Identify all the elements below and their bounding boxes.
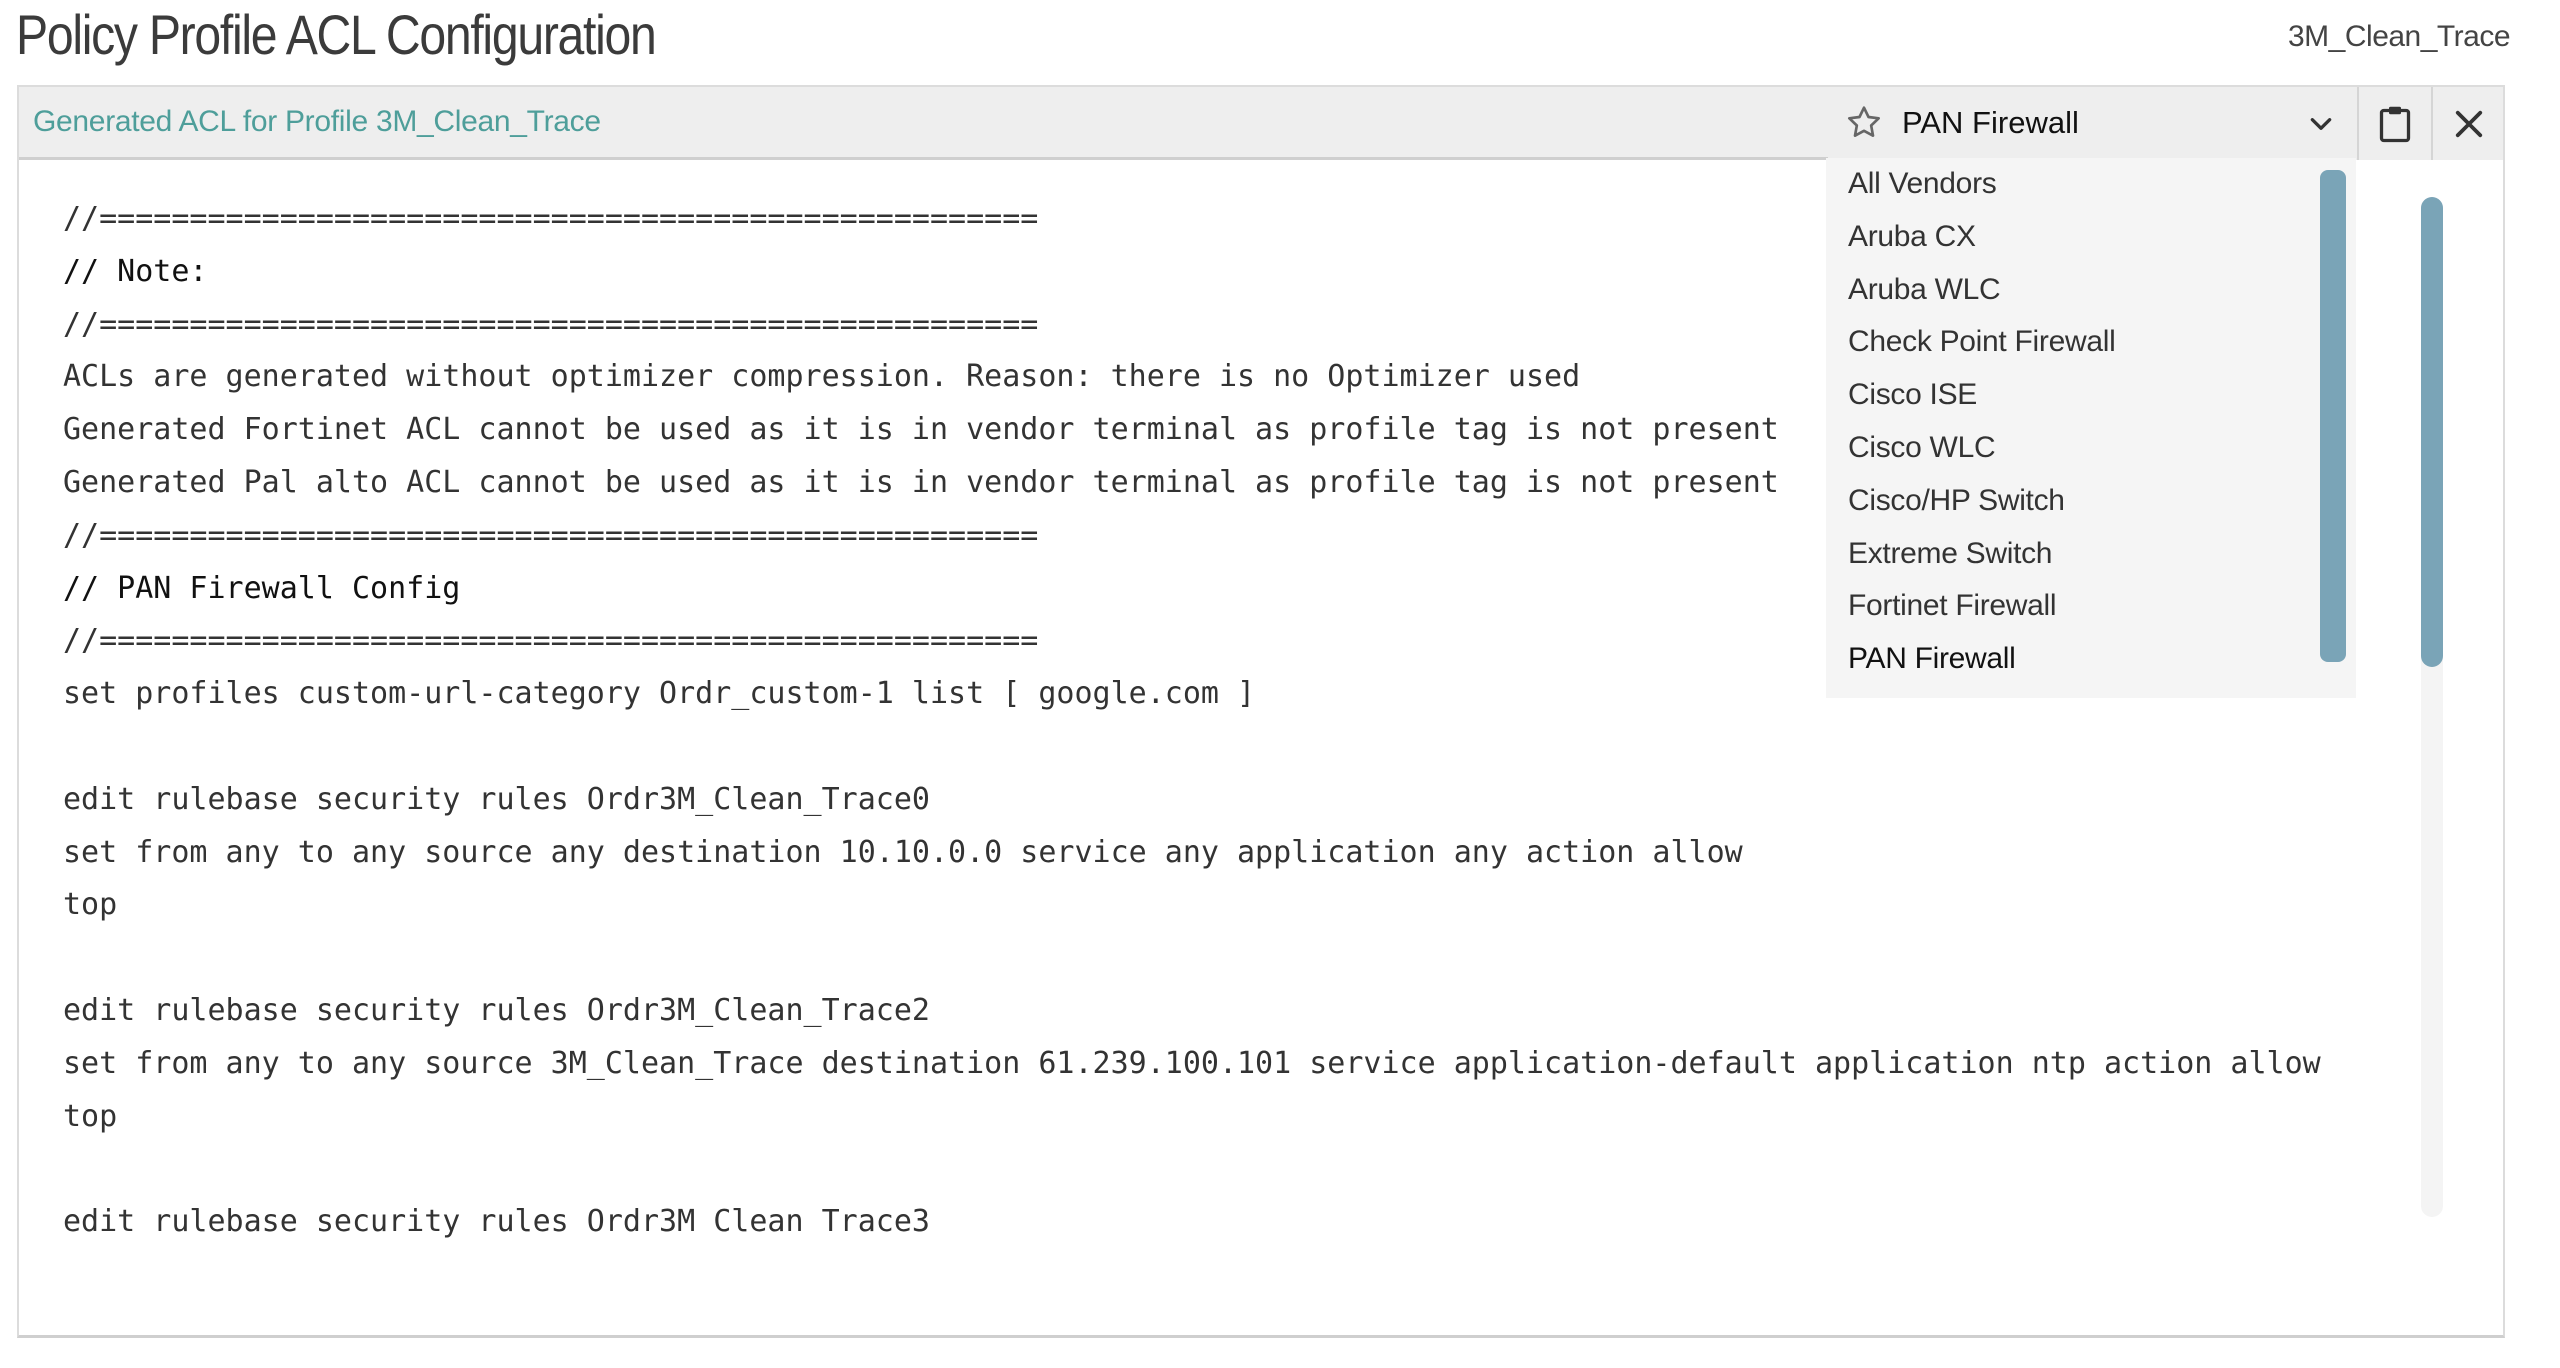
panel-subtitle: Generated ACL for Profile 3M_Clean_Trace — [33, 105, 601, 138]
vendor-select-value: PAN Firewall — [1902, 105, 2079, 140]
vendor-dropdown-list[interactable]: All Vendors Aruba CX Aruba WLC Check Point … — [1826, 158, 2356, 698]
star-icon[interactable] — [1844, 103, 1884, 143]
dropdown-option[interactable]: PAN Firewall — [1826, 633, 2356, 686]
dropdown-option[interactable]: Check Point Firewall — [1826, 316, 2356, 369]
code-line: set from any to any source any destinati… — [63, 834, 1743, 870]
close-button[interactable] — [2431, 87, 2503, 160]
chevron-down-icon — [2310, 118, 2332, 130]
clipboard-icon — [2379, 106, 2411, 142]
profile-name: 3M_Clean_Trace — [2288, 20, 2511, 53]
dropdown-option[interactable]: All Vendors — [1826, 158, 2356, 211]
code-line: set from any to any source 3M_Clean_Trac… — [63, 1045, 2321, 1081]
dropdown-option[interactable]: Cisco ISE — [1826, 369, 2356, 422]
panel-header: Generated ACL for Profile 3M_Clean_Trace… — [19, 87, 2503, 160]
code-line: edit rulebase security rules Ordr3M_Clea… — [63, 781, 930, 817]
copy-button[interactable] — [2357, 87, 2431, 160]
vendor-select[interactable]: PAN Firewall — [1828, 87, 2358, 160]
dropdown-option[interactable]: Aruba CX — [1826, 211, 2356, 264]
close-icon — [2455, 110, 2483, 137]
page-title: Policy Profile ACL Configuration — [16, 3, 657, 66]
code-line: top — [63, 887, 118, 923]
code-scrollbar[interactable] — [2421, 197, 2443, 1217]
code-line: top — [63, 1098, 118, 1134]
dropdown-option[interactable]: Extreme Switch — [1826, 528, 2356, 581]
code-scrollbar-thumb[interactable] — [2421, 197, 2443, 667]
dropdown-option[interactable]: Cisco/HP Switch — [1826, 475, 2356, 528]
dropdown-option[interactable]: Fortinet Firewall — [1826, 580, 2356, 633]
dropdown-scrollbar-thumb[interactable] — [2320, 170, 2346, 662]
code-line: edit rulebase security rules Ordr3M Clea… — [63, 1204, 930, 1240]
code-line: edit rulebase security rules Ordr3M_Clea… — [63, 992, 930, 1028]
dropdown-option[interactable]: Cisco WLC — [1826, 422, 2356, 475]
dropdown-option[interactable]: Aruba WLC — [1826, 264, 2356, 317]
